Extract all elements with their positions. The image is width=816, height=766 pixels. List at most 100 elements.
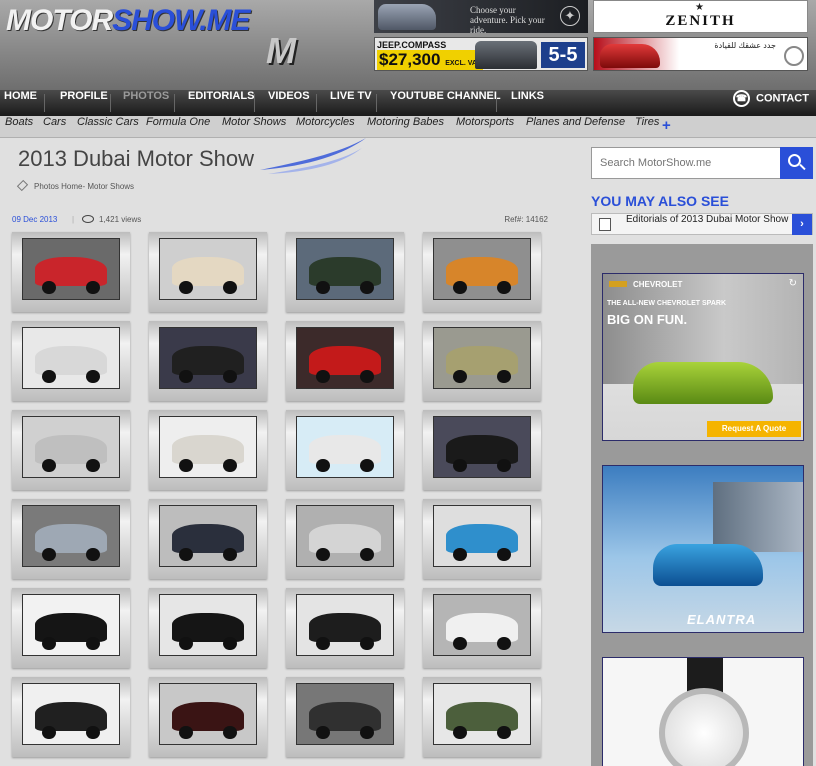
gallery-thumbnail[interactable] bbox=[149, 677, 267, 757]
nav-editorials[interactable]: EDITORIALS bbox=[188, 90, 254, 116]
car-photo bbox=[433, 594, 531, 656]
nav-contact-label: CONTACT bbox=[756, 92, 809, 105]
category-classic-cars[interactable]: Classic Cars bbox=[77, 116, 139, 138]
search-button[interactable] bbox=[780, 147, 813, 179]
car-wheel-shape bbox=[179, 637, 193, 651]
refresh-icon[interactable]: ↻ bbox=[789, 278, 797, 289]
nav-links[interactable]: LINKS bbox=[511, 90, 544, 116]
category-motorsports[interactable]: Motorsports bbox=[456, 116, 514, 138]
car-wheel-shape bbox=[86, 637, 100, 651]
gallery-thumbnail[interactable] bbox=[286, 588, 404, 668]
gallery-thumbnail[interactable] bbox=[149, 410, 267, 490]
car-wheel-shape bbox=[179, 281, 193, 295]
car-wheel-shape bbox=[453, 459, 467, 473]
car-wheel-shape bbox=[179, 459, 193, 473]
category-more-plus-icon[interactable]: + bbox=[662, 116, 671, 136]
car-wheel-shape bbox=[453, 281, 467, 295]
car-photo bbox=[296, 327, 394, 389]
car-wheel-shape bbox=[360, 459, 374, 473]
gallery-thumbnail[interactable] bbox=[423, 410, 541, 490]
nav-videos[interactable]: VIDEOS bbox=[268, 90, 310, 116]
meta-divider: | bbox=[72, 215, 75, 224]
gallery-thumbnail[interactable] bbox=[149, 499, 267, 579]
gallery-thumbnail[interactable] bbox=[423, 677, 541, 757]
gallery-thumbnail[interactable] bbox=[286, 321, 404, 401]
gallery-thumbnail[interactable] bbox=[286, 677, 404, 757]
category-tires[interactable]: Tires bbox=[635, 116, 659, 138]
nissan-ad[interactable]: جدد عشقك للقيادة bbox=[593, 37, 808, 71]
gallery-thumbnail[interactable] bbox=[12, 499, 130, 579]
car-wheel-shape bbox=[497, 548, 511, 562]
gallery-thumbnail[interactable] bbox=[12, 410, 130, 490]
reference-number: Ref#: 14162 bbox=[504, 215, 548, 224]
car-wheel-shape bbox=[360, 281, 374, 295]
gallery-thumbnail[interactable] bbox=[12, 321, 130, 401]
gallery-thumbnail[interactable] bbox=[286, 410, 404, 490]
nav-home[interactable]: HOME bbox=[4, 90, 37, 116]
category-cars[interactable]: Cars bbox=[43, 116, 66, 138]
chevrolet-ad[interactable]: CHEVROLET ↻ THE ALL-NEW CHEVROLET SPARK … bbox=[602, 273, 804, 441]
title-swoosh-graphic bbox=[260, 138, 366, 174]
request-quote-button[interactable]: Request A Quote bbox=[707, 421, 801, 437]
site-logo[interactable]: MOTORSHOW.ME M bbox=[4, 2, 364, 72]
gallery-thumbnail[interactable] bbox=[423, 588, 541, 668]
chevrolet-bowtie-icon bbox=[609, 281, 627, 287]
nissan-logo-icon bbox=[784, 46, 804, 66]
gallery-thumbnail[interactable] bbox=[423, 321, 541, 401]
gallery-thumbnail[interactable] bbox=[286, 232, 404, 312]
breadcrumb[interactable]: Photos Home- Motor Shows bbox=[16, 179, 134, 192]
category-boats[interactable]: Boats bbox=[5, 116, 33, 138]
category-formula-one[interactable]: Formula One bbox=[146, 116, 210, 138]
nav-photos[interactable]: PHOTOS bbox=[123, 90, 169, 116]
view-count: 1,421 views bbox=[99, 215, 142, 224]
gallery-thumbnail[interactable] bbox=[12, 588, 130, 668]
nav-live-tv[interactable]: LIVE TV bbox=[330, 90, 372, 116]
nav-contact[interactable]: ☎ CONTACT bbox=[733, 90, 809, 116]
related-link[interactable]: Editorials of 2013 Dubai Motor Show › bbox=[591, 213, 813, 235]
gallery-thumbnail[interactable] bbox=[149, 588, 267, 668]
jeep-ad[interactable]: JEEP.COMPASS $27,300 EXCL. VAT 5-5 bbox=[374, 37, 588, 71]
mercedes-car-image bbox=[378, 4, 436, 30]
car-photo bbox=[22, 327, 120, 389]
sidebar-ads: CHEVROLET ↻ THE ALL-NEW CHEVROLET SPARK … bbox=[591, 244, 813, 766]
header: MOTORSHOW.ME M Choose your adventure. Pi… bbox=[0, 0, 816, 90]
gallery-thumbnail[interactable] bbox=[423, 499, 541, 579]
car-photo bbox=[433, 683, 531, 745]
nav-youtube-channel[interactable]: YOUTUBE CHANNEL bbox=[390, 90, 501, 116]
mercedes-ad[interactable]: Choose your adventure. Pick your ride. ✦ bbox=[374, 0, 588, 33]
car-photo bbox=[296, 505, 394, 567]
gallery-thumbnail[interactable] bbox=[149, 321, 267, 401]
nissan-ad-text: جدد عشقك للقيادة bbox=[714, 41, 776, 50]
car-wheel-shape bbox=[453, 548, 467, 562]
gallery-thumbnail[interactable] bbox=[286, 499, 404, 579]
zenith-ad[interactable]: ★ ZENITH bbox=[593, 0, 808, 33]
category-motor-shows[interactable]: Motor Shows bbox=[222, 116, 286, 138]
category-nav: Boats Cars Classic Cars Formula One Moto… bbox=[0, 116, 816, 138]
car-wheel-shape bbox=[223, 726, 237, 740]
hyundai-model-name: ELANTRA bbox=[687, 612, 757, 627]
gallery-thumbnail[interactable] bbox=[12, 232, 130, 312]
search-icon-handle bbox=[799, 163, 806, 171]
nav-divider bbox=[110, 94, 111, 112]
search-input[interactable] bbox=[592, 148, 780, 178]
jeep-price-value: $27,300 bbox=[379, 50, 441, 69]
car-wheel-shape bbox=[179, 726, 193, 740]
watch-image bbox=[659, 688, 749, 766]
hyundai-ad[interactable]: ELANTRA bbox=[602, 465, 804, 633]
car-photo bbox=[433, 238, 531, 300]
category-motorcycles[interactable]: Motorcycles bbox=[296, 116, 355, 138]
jeep-rating-badge: 5-5 bbox=[541, 42, 585, 68]
gallery-thumbnail[interactable] bbox=[423, 232, 541, 312]
nav-profile[interactable]: PROFILE bbox=[60, 90, 108, 116]
car-wheel-shape bbox=[42, 726, 56, 740]
gallery-thumbnail[interactable] bbox=[149, 232, 267, 312]
category-motoring-babes[interactable]: Motoring Babes bbox=[367, 116, 444, 138]
car-wheel-shape bbox=[42, 459, 56, 473]
mercedes-star-icon: ✦ bbox=[560, 6, 580, 26]
zenith-watch-ad[interactable] bbox=[602, 657, 804, 766]
gallery-thumbnail[interactable] bbox=[12, 677, 130, 757]
category-planes-and-defense[interactable]: Planes and Defense bbox=[526, 116, 625, 138]
chevron-right-icon[interactable]: › bbox=[792, 214, 812, 235]
car-wheel-shape bbox=[316, 459, 330, 473]
car-photo bbox=[296, 683, 394, 745]
